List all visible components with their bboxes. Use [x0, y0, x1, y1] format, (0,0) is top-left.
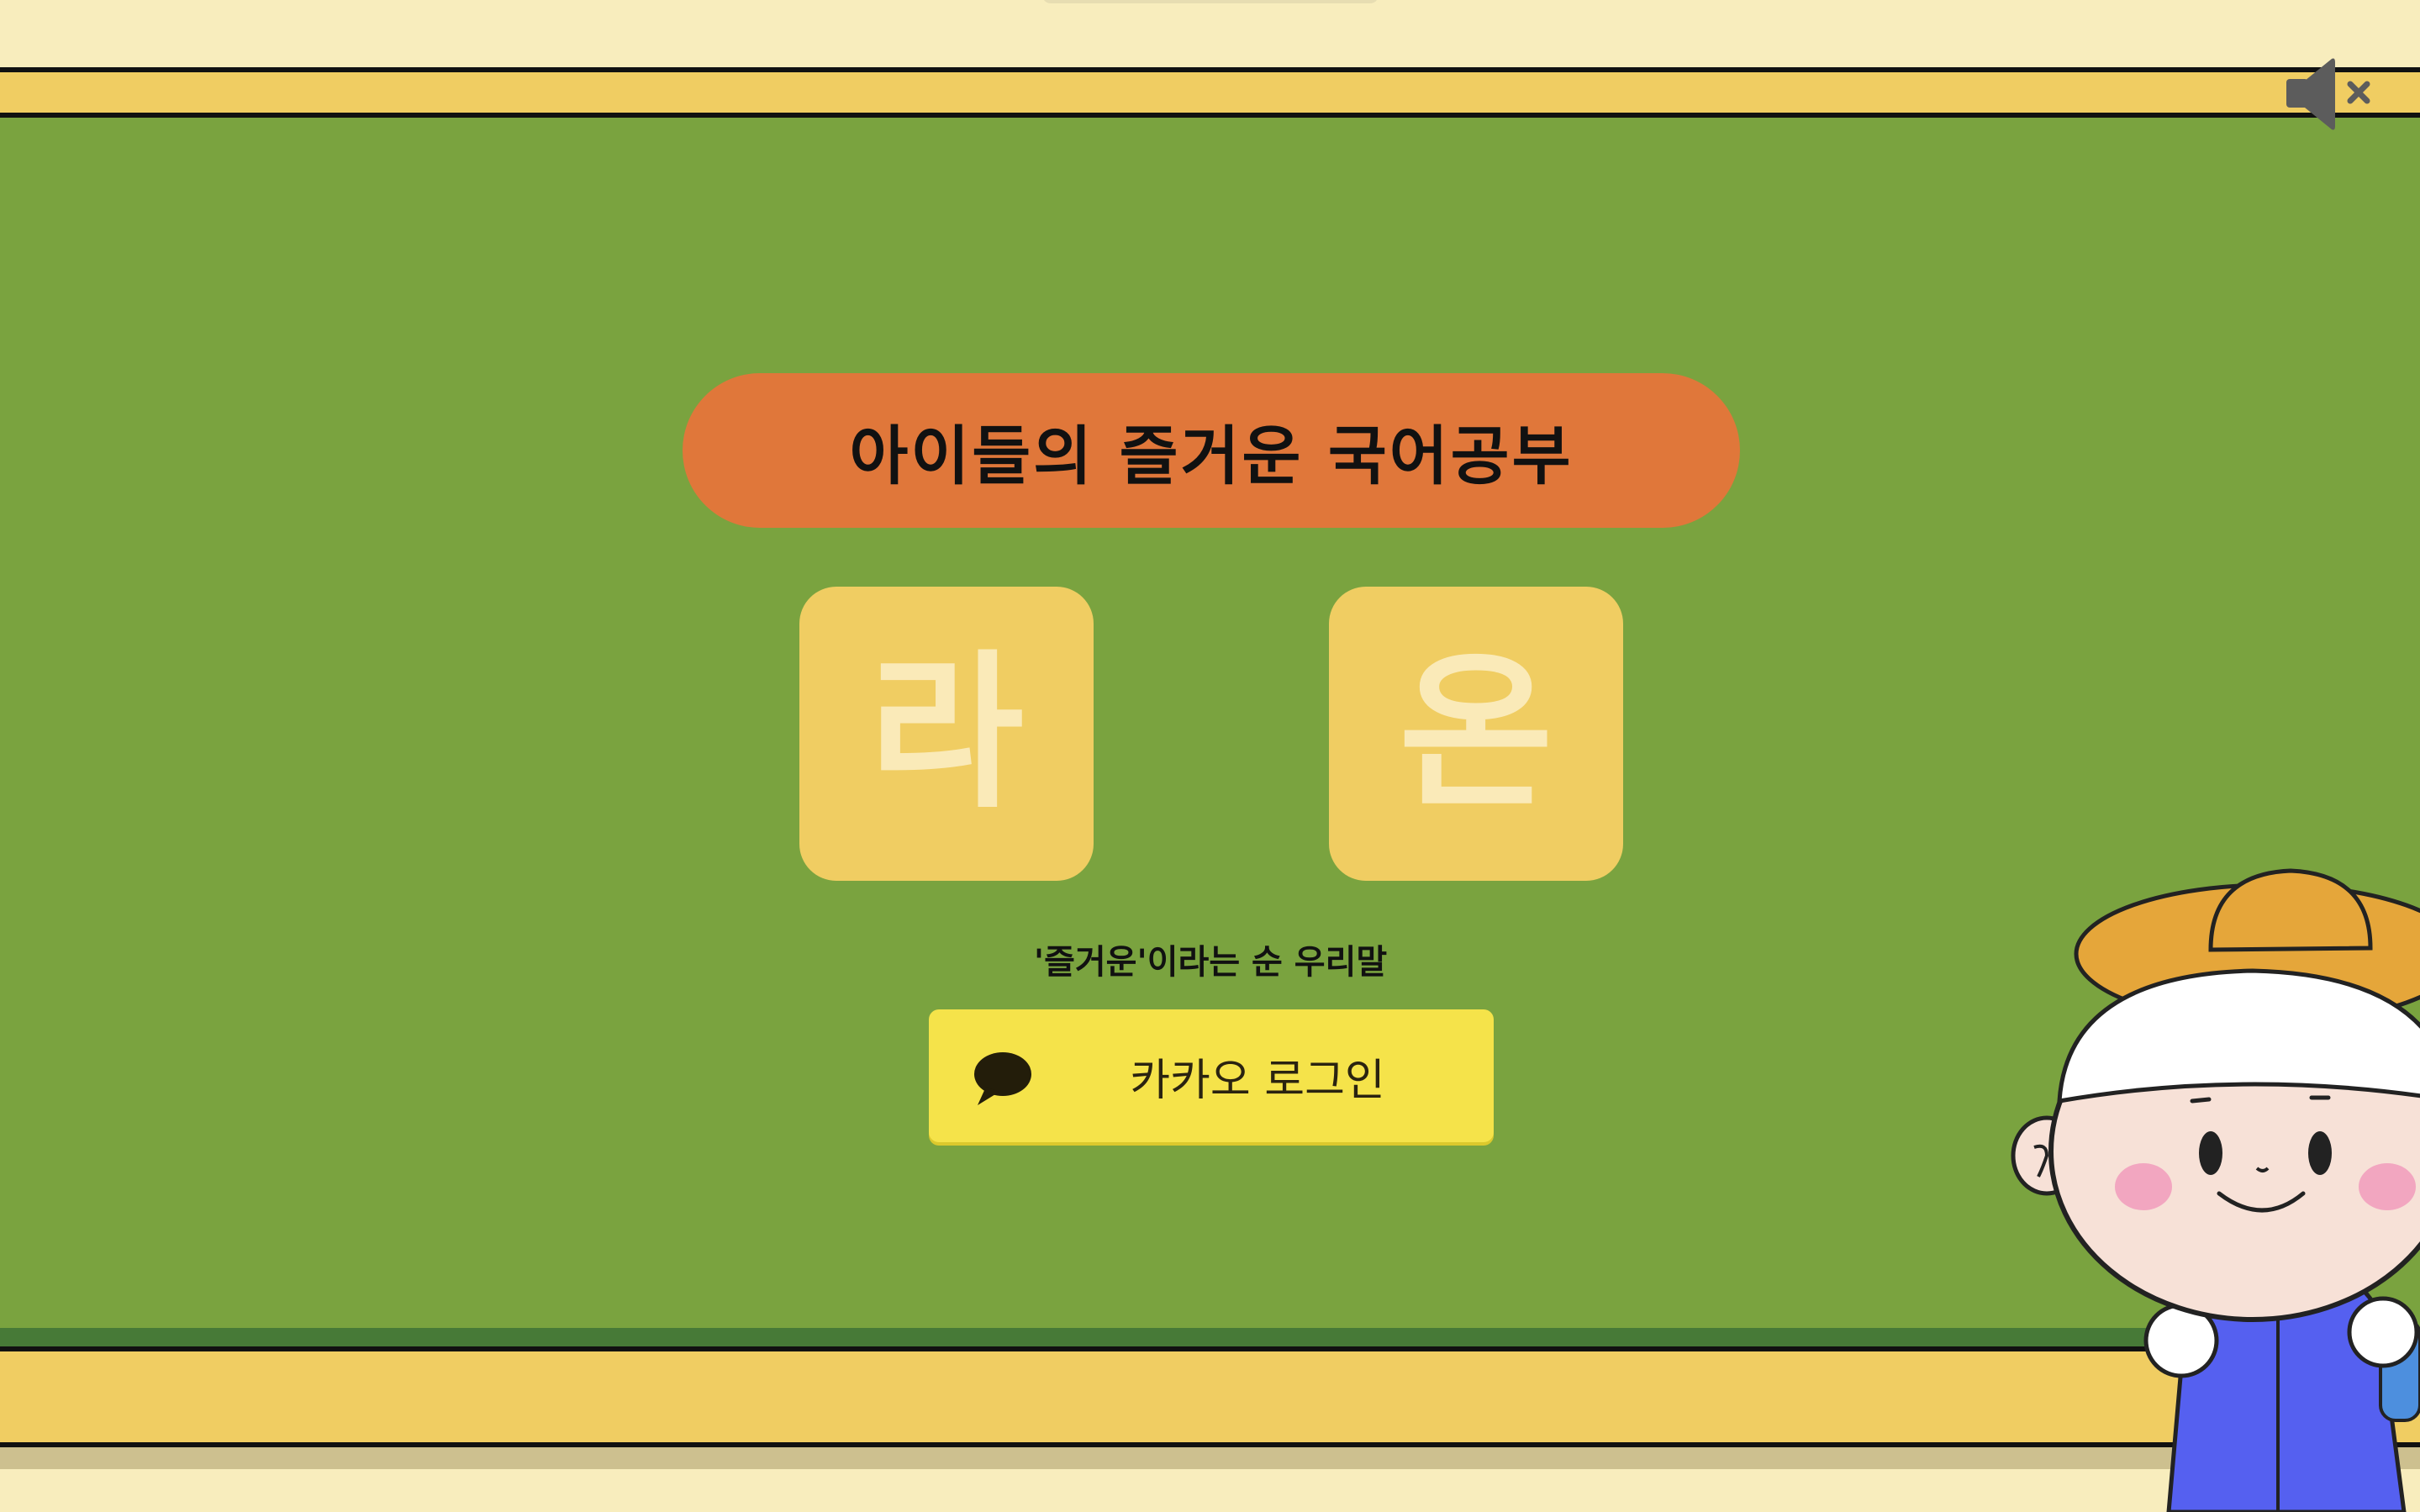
speech-bubble-icon [974, 1052, 1031, 1105]
top-decoration [1042, 0, 1379, 3]
page-title: 아이들의 즐거운 국어공부 [849, 419, 1574, 493]
tile-letter: 라 [868, 635, 1024, 831]
tile-letter: 온 [1398, 635, 1553, 831]
sound-toggle-button[interactable] [2280, 54, 2380, 134]
mascot-character [2011, 868, 2420, 1512]
letter-tile-on: 온 [1329, 587, 1623, 881]
tagline: '즐거운'이라는 순 우리말 [1033, 943, 1388, 982]
kakao-login-label: 카카오 로그인 [1130, 1055, 1385, 1106]
letter-tile-ra: 라 [799, 587, 1094, 881]
speaker-muted-icon [2286, 58, 2370, 130]
title-banner: 아이들의 즐거운 국어공부 [683, 373, 1740, 528]
frame-top [0, 67, 2420, 118]
kakao-login-button[interactable]: 카카오 로그인 [929, 1009, 1494, 1142]
